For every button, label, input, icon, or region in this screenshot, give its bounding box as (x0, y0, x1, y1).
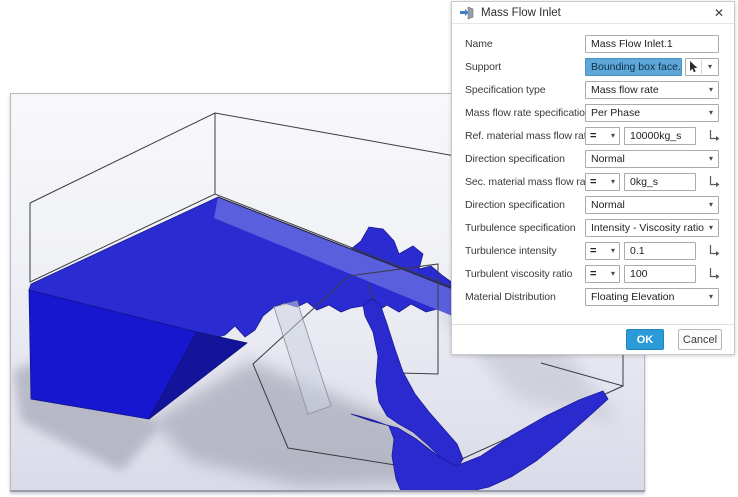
value-input[interactable]: 0kg_s (624, 173, 696, 191)
parameter-row: Ref. material mass flow rate = ▾ 10000kg… (452, 124, 734, 147)
field-controls: = ▾ 0kg_s (585, 173, 723, 191)
chevron-down-icon: ▾ (705, 108, 713, 117)
field-label: Turbulent viscosity ratio (452, 268, 585, 280)
chevron-down-icon: ▾ (607, 246, 615, 255)
chevron-down-icon: ▾ (705, 292, 713, 301)
field-label: Material Distribution (452, 291, 585, 303)
field-label: Name (452, 38, 585, 50)
dialog-title: Mass Flow Inlet (481, 7, 711, 19)
measure-link-icon[interactable] (707, 174, 722, 189)
dropdown[interactable]: Intensity - Viscosity ratio ▾ (585, 219, 719, 237)
field-label: Direction specification (452, 153, 585, 165)
chevron-down-icon: ▾ (607, 269, 615, 278)
value-controls: = ▾ 10000kg_s (585, 127, 723, 145)
dropdown[interactable]: Normal ▾ (585, 196, 719, 214)
parameter-row: Name Mass Flow Inlet.1 (452, 32, 734, 55)
dropdown[interactable]: Per Phase ▾ (585, 104, 719, 122)
chevron-down-icon: ▾ (607, 177, 615, 186)
field-controls: = ▾ 100 (585, 265, 723, 283)
field-controls: = ▾ 0.1 (585, 242, 723, 260)
close-icon[interactable]: ✕ (711, 5, 727, 21)
chevron-down-icon: ▾ (705, 154, 713, 163)
operator-value: = (590, 268, 596, 280)
dropdown[interactable]: Floating Elevation ▾ (585, 288, 719, 306)
value-input[interactable]: 100 (624, 265, 696, 283)
field-controls: Normal ▾ (585, 196, 723, 214)
parameter-row: Specification type Mass flow rate ▾ (452, 78, 734, 101)
measure-link-icon[interactable] (707, 128, 722, 143)
operator-combo[interactable]: = ▾ (585, 265, 620, 283)
value-input[interactable]: 0.1 (624, 242, 696, 260)
field-controls: Intensity - Viscosity ratio ▾ (585, 219, 723, 237)
field-label: Sec. material mass flow rate (452, 176, 585, 188)
support-value: Bounding box face.1 (591, 61, 682, 73)
mass-flow-inlet-dialog: Mass Flow Inlet ✕ Name Mass Flow Inlet.1… (451, 1, 735, 355)
dropdown-value: Intensity - Viscosity ratio (591, 222, 704, 234)
measure-link-icon[interactable] (707, 266, 722, 281)
value-controls: = ▾ 0.1 (585, 242, 723, 260)
parameter-row: Turbulence specification Intensity - Vis… (452, 216, 734, 239)
field-controls: Mass Flow Inlet.1 (585, 35, 723, 53)
measure-link-icon[interactable] (707, 243, 722, 258)
dropdown-value: Mass flow rate (591, 84, 659, 96)
parameter-row: Direction specification Normal ▾ (452, 193, 734, 216)
dropdown[interactable]: Mass flow rate ▾ (585, 81, 719, 99)
parameter-row: Sec. material mass flow rate = ▾ 0kg_s (452, 170, 734, 193)
chevron-down-icon: ▾ (607, 131, 615, 140)
field-controls: Per Phase ▾ (585, 104, 723, 122)
field-label: Support (452, 61, 585, 73)
operator-value: = (590, 176, 596, 188)
operator-combo[interactable]: = ▾ (585, 242, 620, 260)
field-label: Specification type (452, 84, 585, 96)
pointer-icon (686, 60, 702, 74)
chevron-down-icon: ▾ (705, 85, 713, 94)
input-value: 100 (630, 268, 648, 280)
dropdown-value: Normal (591, 199, 625, 211)
parameter-row: Turbulent viscosity ratio = ▾ 100 (452, 262, 734, 285)
input-value: Mass Flow Inlet.1 (591, 38, 673, 50)
parameter-row: Mass flow rate specification Per Phase ▾ (452, 101, 734, 124)
support-field[interactable]: Bounding box face.1 (585, 58, 682, 76)
chevron-down-icon[interactable]: ▾ (702, 62, 718, 71)
dialog-footer: OK Cancel (452, 324, 734, 354)
parameter-row: Direction specification Normal ▾ (452, 147, 734, 170)
operator-value: = (590, 245, 596, 257)
input-value: 0.1 (630, 245, 645, 257)
field-controls: Normal ▾ (585, 150, 723, 168)
operator-value: = (590, 130, 596, 142)
operator-combo[interactable]: = ▾ (585, 127, 620, 145)
dialog-rows: Name Mass Flow Inlet.1 Support Bounding … (452, 24, 734, 308)
parameter-row: Turbulence intensity = ▾ 0.1 (452, 239, 734, 262)
field-controls: Mass flow rate ▾ (585, 81, 723, 99)
value-input[interactable]: 10000kg_s (624, 127, 696, 145)
chevron-down-icon: ▾ (705, 200, 713, 209)
mass-flow-inlet-icon (459, 5, 474, 20)
field-label: Direction specification (452, 199, 585, 211)
dropdown-value: Normal (591, 153, 625, 165)
value-controls: = ▾ 0kg_s (585, 173, 723, 191)
input-value: 10000kg_s (630, 130, 681, 142)
dropdown-value: Per Phase (591, 107, 640, 119)
field-label: Ref. material mass flow rate (452, 130, 585, 142)
parameter-row: Support Bounding box face.1 ▾ (452, 55, 734, 78)
operator-combo[interactable]: = ▾ (585, 173, 620, 191)
field-controls: Floating Elevation ▾ (585, 288, 723, 306)
dropdown[interactable]: Normal ▾ (585, 150, 719, 168)
dialog-titlebar[interactable]: Mass Flow Inlet ✕ (452, 2, 734, 24)
text-input[interactable]: Mass Flow Inlet.1 (585, 35, 719, 53)
field-label: Mass flow rate specification (452, 107, 585, 119)
value-controls: = ▾ 100 (585, 265, 723, 283)
dropdown-value: Floating Elevation (591, 291, 674, 303)
ok-button[interactable]: OK (626, 329, 664, 350)
support-picker-button[interactable]: ▾ (685, 58, 719, 76)
field-label: Turbulence intensity (452, 245, 585, 257)
input-value: 0kg_s (630, 176, 658, 188)
chevron-down-icon: ▾ (705, 223, 713, 232)
cancel-button[interactable]: Cancel (678, 329, 722, 350)
field-controls: Bounding box face.1 ▾ (585, 58, 723, 76)
support-controls: Bounding box face.1 ▾ (585, 58, 723, 76)
field-label: Turbulence specification (452, 222, 585, 234)
parameter-row: Material Distribution Floating Elevation… (452, 285, 734, 308)
field-controls: = ▾ 10000kg_s (585, 127, 723, 145)
